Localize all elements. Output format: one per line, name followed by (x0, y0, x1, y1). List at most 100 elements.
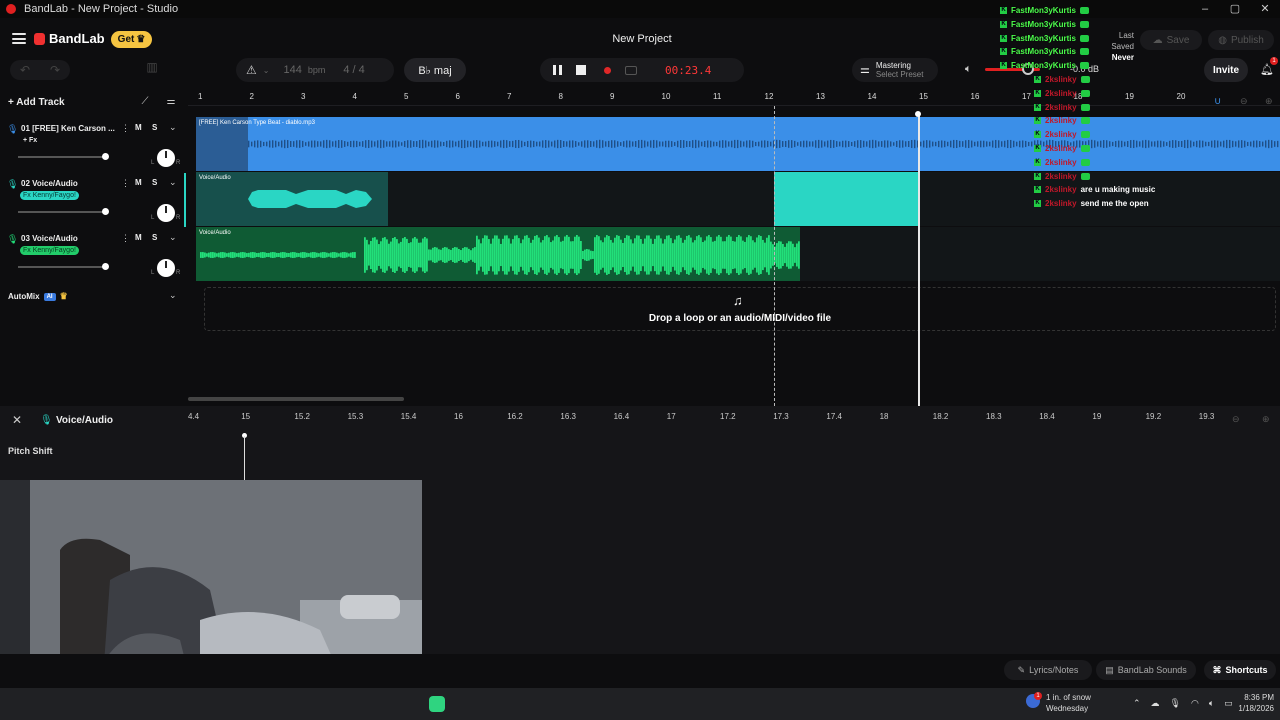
waveform-peak (305, 142, 307, 146)
pan-knob[interactable] (157, 149, 175, 167)
mastering-button[interactable]: ⚌ Mastering Select Preset (852, 58, 938, 82)
close-window-button[interactable]: ✕ (1250, 0, 1280, 18)
chevron-down-icon[interactable]: ⌄ (169, 177, 177, 188)
chevron-down-icon[interactable]: ⌄ (169, 122, 177, 133)
track-header-3[interactable]: 🎙︎ 03 Voice/Audio ⋮ M S ⌄ Fx Kenny/Faygo… (0, 228, 186, 282)
waveform-peak (269, 140, 271, 148)
waveform-peak (272, 140, 274, 148)
automix-section[interactable]: AutoMix AI ♛ (8, 291, 68, 302)
tuner-icon[interactable]: ⟋ (138, 96, 152, 110)
waveform-peak (884, 140, 886, 148)
ruler-bar-number: 14 (867, 92, 877, 101)
waveform-peak (704, 140, 706, 148)
zoom-in-icon[interactable]: ⊕ (1262, 414, 1270, 425)
stop-button[interactable] (576, 65, 586, 75)
publish-button[interactable]: ◍ Publish (1208, 30, 1274, 50)
cloud-icon[interactable]: ☁ (1151, 698, 1160, 709)
tempo-control[interactable]: ⚠ ⌄ 144 bpm 4 / 4 (236, 58, 394, 82)
solo-button[interactable]: S (152, 123, 157, 132)
solo-button[interactable]: S (152, 233, 157, 242)
fx-preset-badge[interactable]: Fx Kenny/Faygo! (20, 246, 79, 255)
snap-magnet-icon[interactable]: ∪ (1214, 96, 1221, 107)
playhead[interactable] (918, 114, 920, 406)
get-membership-button[interactable]: Get ♛ (111, 31, 152, 48)
waveform-peak (503, 139, 505, 149)
close-icon[interactable]: ✕ (12, 413, 22, 427)
invite-button[interactable]: Invite (1204, 58, 1248, 82)
keyboard-icon[interactable]: ▥ (140, 60, 164, 80)
redo-icon[interactable]: ↷ (50, 63, 60, 77)
waveform-peak (545, 140, 547, 148)
more-icon[interactable]: ⋮ (121, 233, 130, 244)
record-button[interactable] (604, 66, 611, 74)
chevron-down-icon[interactable]: ⌄ (169, 232, 177, 243)
zoom-out-icon[interactable]: ⊖ (1232, 414, 1240, 425)
chevron-up-icon[interactable]: ⌃ (1133, 698, 1141, 709)
volume-slider-knob[interactable] (102, 263, 109, 270)
playhead-handle[interactable] (915, 111, 921, 117)
bandlab-sounds-button[interactable]: ▤ BandLab Sounds (1096, 660, 1196, 680)
waveform-peak (568, 236, 570, 274)
bell-icon[interactable]: 🔔︎ (1260, 63, 1274, 76)
more-icon[interactable]: ⋮ (121, 178, 130, 189)
more-icon[interactable]: ⋮ (121, 123, 130, 134)
mute-button[interactable]: M (135, 233, 142, 242)
volume-slider-knob[interactable] (102, 153, 109, 160)
editor-ruler[interactable]: 4.4 15 15.2 15.3 15.4 16 16.2 16.3 16.4 17 17.2 17.… (188, 406, 1280, 430)
track-lane-3[interactable]: Voice/Audio (196, 227, 1280, 281)
lyrics-label: Lyrics/Notes (1029, 665, 1079, 675)
mute-button[interactable]: M (135, 123, 142, 132)
undo-icon[interactable]: ↶ (20, 63, 30, 77)
metronome-icon[interactable]: ⚠ (246, 63, 257, 77)
zoom-in-icon[interactable]: ⊕ (1265, 96, 1273, 107)
maximize-button[interactable]: ▢ (1220, 0, 1250, 18)
waveform-peak (1262, 141, 1264, 147)
chevron-down-icon[interactable]: ⌄ (169, 290, 177, 301)
tempo-value[interactable]: 144 (283, 64, 301, 76)
pan-knob[interactable] (157, 259, 175, 277)
lyrics-notes-button[interactable]: ✎ Lyrics/Notes (1004, 660, 1092, 680)
track-header-2[interactable]: 🎙︎ 02 Voice/Audio ⋮ M S ⌄ Fx Kenny/Faygo… (0, 173, 186, 227)
loop-icon[interactable] (625, 65, 637, 75)
track-name[interactable]: 01 [FREE] Ken Carson ... (21, 124, 116, 133)
volume-icon[interactable]: 🔈︎ (1209, 698, 1214, 709)
time-signature[interactable]: 4 / 4 (343, 64, 364, 76)
volume-slider[interactable] (18, 211, 106, 213)
track-title: Voice/Audio (32, 234, 78, 243)
chevron-down-icon[interactable]: ⌄ (263, 66, 270, 75)
volume-slider-knob[interactable] (102, 208, 109, 215)
volume-slider[interactable] (18, 266, 106, 268)
ruler-bar-number: 9 (610, 92, 615, 101)
bandlab-logo[interactable]: BandLab (34, 31, 105, 46)
volume-slider[interactable] (18, 156, 106, 158)
wifi-icon[interactable]: ◠ (1191, 698, 1199, 709)
track-name[interactable]: 02 Voice/Audio (21, 179, 116, 188)
waveform-peak (617, 141, 619, 147)
project-title[interactable]: New Project (580, 33, 704, 45)
mic-icon[interactable]: 🎙︎ (1170, 698, 1181, 709)
zoom-out-icon[interactable]: ⊖ (1240, 96, 1248, 107)
track-header-1[interactable]: 🎙︎ 01 [FREE] Ken Carson ... ⋮ M S ⌄ + Fx… (0, 118, 186, 172)
speaker-icon[interactable]: 🔈︎ (965, 63, 972, 76)
track-name[interactable]: 03 Voice/Audio (21, 234, 116, 243)
pause-button[interactable] (553, 65, 562, 75)
waveform-peak (410, 140, 412, 148)
waveform-peak (502, 238, 504, 272)
add-track-button[interactable]: + Add Track (8, 97, 65, 108)
solo-button[interactable]: S (152, 178, 157, 187)
weather-widget[interactable]: 1 in. of snow Wednesday (1046, 692, 1091, 714)
waveform-peak (704, 240, 706, 270)
key-button[interactable]: B♭ maj (404, 58, 466, 82)
settings-sliders-icon[interactable]: ⚌ (164, 96, 178, 110)
waveform-peak (786, 243, 788, 267)
taskbar-clock[interactable]: 8:36 PM 1/18/2026 (1228, 692, 1274, 714)
pan-knob[interactable] (157, 204, 175, 222)
fx-preset-badge[interactable]: Fx Kenny/Faygo! (20, 191, 79, 200)
menu-icon[interactable] (12, 33, 26, 44)
mute-button[interactable]: M (135, 178, 142, 187)
waveform-peak (341, 140, 343, 148)
app-taskbar-icon[interactable] (429, 696, 445, 712)
shortcuts-button[interactable]: ⌘ Shortcuts (1204, 660, 1276, 680)
horizontal-scrollbar[interactable] (188, 397, 404, 401)
fx-button[interactable]: + Fx (20, 136, 40, 145)
